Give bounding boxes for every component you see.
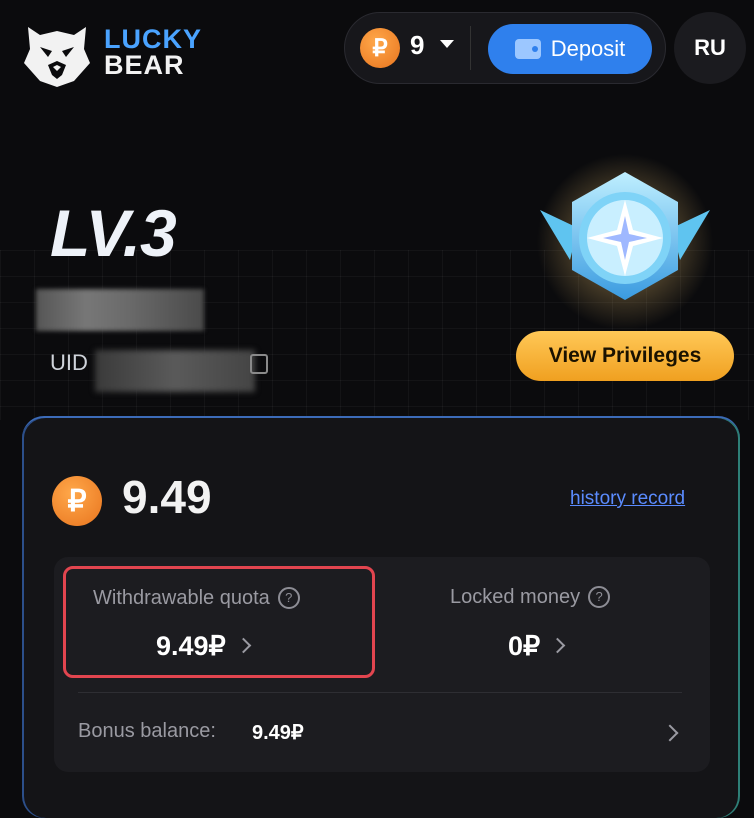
level-badge-icon: [537, 154, 713, 330]
divider: [78, 692, 682, 693]
locked-label-wrap: Locked money?: [450, 586, 611, 609]
level-title: LV.3: [50, 196, 177, 270]
wallet-icon: [514, 39, 541, 59]
pill-divider: [470, 26, 471, 70]
chevron-right-icon: [235, 637, 252, 654]
lucky-bear-logo[interactable]: LUCKY BEAR: [18, 12, 218, 92]
withdrawable-label: Withdrawable quota: [93, 587, 270, 609]
uid-label: UID: [50, 350, 88, 375]
chevron-right-icon: [549, 637, 566, 654]
ruble-coin-icon: ₽: [360, 28, 400, 68]
withdrawable-label-wrap: Withdrawable quota?: [93, 587, 300, 610]
copy-icon[interactable]: [250, 354, 268, 374]
deposit-label: Deposit: [550, 36, 626, 61]
bonus-balance-row[interactable]: Bonus balance: 9.49₽: [78, 710, 690, 756]
locked-value: 0₽: [508, 631, 541, 661]
header-balance-amount[interactable]: 9: [410, 30, 424, 61]
withdrawable-value: 9.49₽: [156, 631, 226, 661]
question-icon[interactable]: ?: [588, 586, 611, 608]
locked-value-wrap: 0₽: [508, 631, 566, 662]
withdrawable-quota-item[interactable]: Withdrawable quota? 9.49₽: [63, 566, 375, 678]
logo-line-2: BEAR: [104, 50, 185, 80]
caret-down-icon[interactable]: [440, 40, 454, 48]
view-privileges-button[interactable]: View Privileges: [516, 331, 734, 381]
bonus-label: Bonus balance:: [78, 720, 216, 742]
wallet-balance: 9.49: [122, 471, 212, 523]
logo-line-1: LUCKY: [104, 24, 202, 54]
deposit-button[interactable]: Deposit: [488, 24, 652, 74]
username-redacted: [36, 289, 204, 331]
history-record-link[interactable]: history record: [570, 488, 685, 510]
uid-value-redacted: [95, 350, 255, 392]
locked-label: Locked money: [450, 586, 581, 608]
chevron-right-icon: [661, 724, 679, 742]
locked-money-item[interactable]: Locked money? 0₽: [420, 566, 680, 678]
language-button[interactable]: RU: [674, 12, 746, 84]
logo-wordmark: LUCKY BEAR: [104, 24, 202, 80]
bonus-value: 9.49₽: [252, 722, 304, 744]
ruble-coin-icon: ₽: [52, 476, 102, 526]
bear-logo-icon: [24, 27, 90, 87]
withdrawable-value-wrap: 9.49₽: [156, 631, 252, 662]
question-icon[interactable]: ?: [277, 587, 300, 609]
